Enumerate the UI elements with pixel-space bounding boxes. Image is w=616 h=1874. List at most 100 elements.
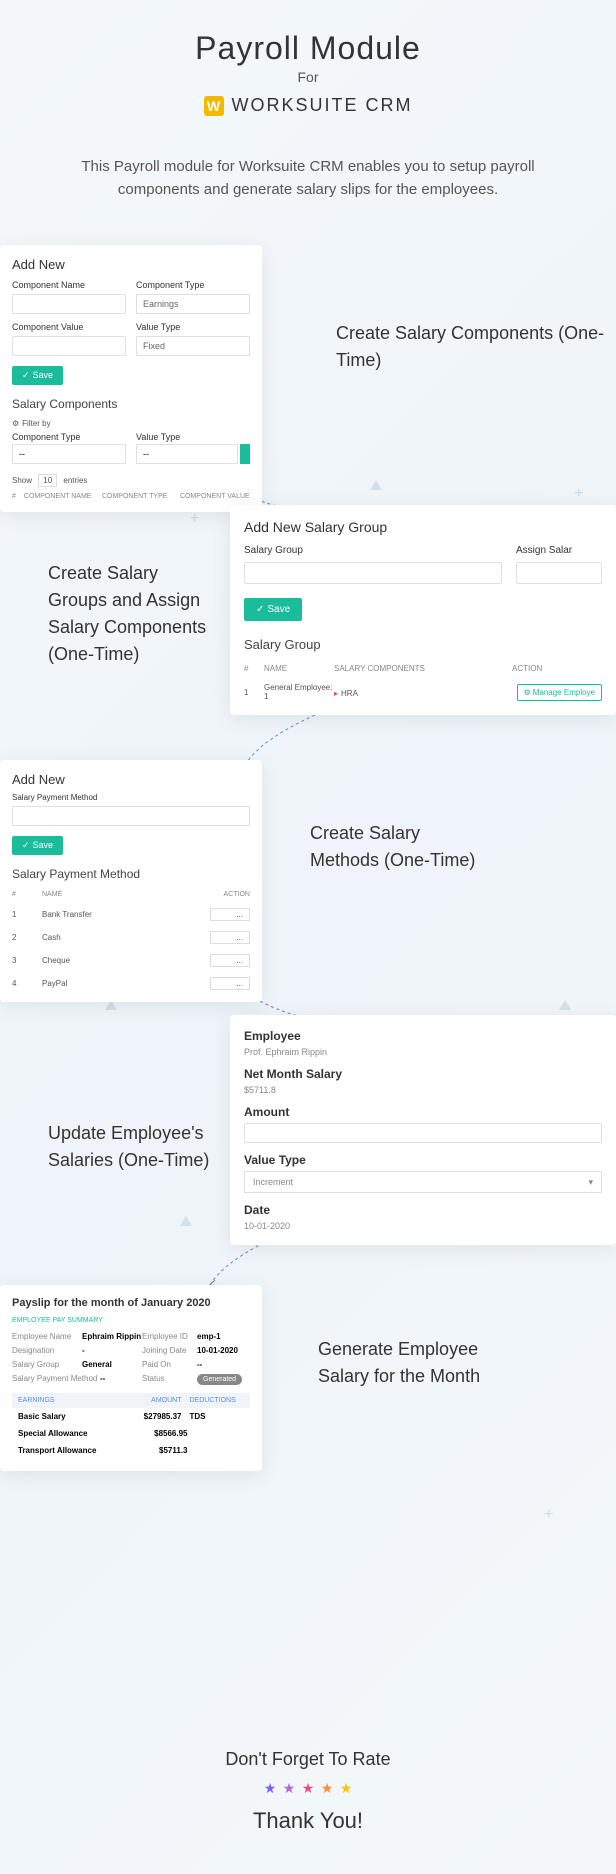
payment-method-input[interactable]	[12, 806, 250, 826]
save-method-button[interactable]: ✓Save	[12, 836, 63, 855]
component-value-input[interactable]	[12, 336, 126, 356]
row-comp: HRA	[341, 689, 358, 698]
group-label: Salary Group	[12, 1360, 82, 1369]
salary-components-title: Salary Components	[12, 397, 250, 411]
logo-text: WORKSUITE CRM	[232, 95, 413, 116]
pay-summary-label: EMPLOYEE PAY SUMMARY	[12, 1317, 250, 1324]
salary-group-label: Salary Group	[244, 545, 502, 556]
salary-group-input[interactable]	[244, 562, 502, 584]
th-action: ACTION	[512, 664, 602, 673]
desig-label: Designation	[12, 1346, 82, 1355]
save-group-button[interactable]: ✓Save	[244, 598, 302, 621]
filter-value-type-label: Value Type	[136, 432, 250, 442]
show-label: Show	[12, 476, 32, 485]
desig-value: -	[82, 1346, 142, 1355]
show-count-select[interactable]: 10	[38, 474, 57, 487]
th-num: #	[12, 891, 42, 898]
basic-value: $27985.37	[127, 1412, 182, 1421]
net-salary-value: $5711.8	[244, 1085, 602, 1095]
amount-input[interactable]	[244, 1123, 602, 1143]
save-button[interactable]: ✓Save	[12, 366, 63, 385]
paid-value: --	[197, 1360, 202, 1369]
row-name: Cheque	[42, 956, 210, 965]
table-row: 2Cash...	[12, 931, 250, 944]
basic-label: Basic Salary	[18, 1412, 127, 1421]
transport-label: Transport Allowance	[18, 1446, 131, 1455]
amount-label: Amount	[244, 1105, 602, 1119]
manage-employee-button[interactable]: ⚙Manage Employe	[517, 684, 602, 701]
status-badge: Generated	[197, 1374, 242, 1385]
rating-stars: ★ ★ ★ ★ ★	[0, 1780, 616, 1798]
th-name: NAME	[42, 891, 210, 898]
caption-generate-salary: Generate Employee Salary for the Month	[318, 1336, 518, 1390]
payment-method-label: Salary Payment Method	[12, 793, 250, 802]
component-name-input[interactable]	[12, 294, 126, 314]
row-name: PayPal	[42, 979, 210, 988]
worksuite-icon: W	[204, 96, 224, 116]
value-type-select[interactable]: Fixed	[136, 336, 250, 356]
special-label: Special Allowance	[18, 1429, 131, 1438]
component-type-select[interactable]: Earnings	[136, 294, 250, 314]
logo: W WORKSUITE CRM	[20, 95, 596, 116]
paid-label: Paid On	[142, 1360, 197, 1369]
emp-id-value: emp-1	[197, 1332, 221, 1341]
row-action-button[interactable]: ...	[210, 977, 250, 990]
employee-label: Employee	[244, 1029, 602, 1043]
date-label: Date	[244, 1203, 602, 1217]
row-name: General Employee: 1	[264, 683, 334, 701]
amount-header: AMOUNT	[127, 1397, 182, 1404]
table-row: 4PayPal...	[12, 977, 250, 990]
assign-salary-input[interactable]	[516, 562, 602, 584]
employee-value: Prof. Ephraim Rippin	[244, 1047, 602, 1057]
component-name-label: Component Name	[12, 280, 126, 290]
join-label: Joining Date	[142, 1346, 197, 1355]
subtitle: For	[20, 69, 596, 85]
row-name: Cash	[42, 933, 210, 942]
th-component-name: COMPONENT NAME	[24, 493, 94, 500]
th-action: ACTION	[210, 891, 250, 898]
star-icon: ★	[321, 1780, 334, 1796]
row-action-button[interactable]: ...	[210, 931, 250, 944]
payment-method-section: Salary Payment Method	[12, 867, 250, 881]
filter-component-type-label: Component Type	[12, 432, 126, 442]
join-value: 10-01-2020	[197, 1346, 238, 1355]
add-new-method-title: Add New	[12, 772, 250, 787]
caption-update-salaries: Update Employee's Salaries (One-Time)	[48, 1120, 228, 1174]
description: This Payroll module for Worksuite CRM en…	[0, 126, 616, 231]
caption-salary-groups: Create Salary Groups and Assign Salary C…	[48, 560, 218, 668]
salary-group-section: Salary Group	[244, 637, 602, 652]
filter-value-type-select[interactable]: --	[136, 444, 238, 464]
page-title: Payroll Module	[20, 30, 596, 67]
row-num: 1	[12, 910, 42, 919]
filter-component-type-select[interactable]: --	[12, 444, 126, 464]
entries-label: entries	[63, 476, 87, 485]
row-action-button[interactable]: ...	[210, 954, 250, 967]
transport-value: $5711.3	[131, 1446, 188, 1455]
rate-text: Don't Forget To Rate	[0, 1749, 616, 1770]
group-value: General	[82, 1360, 142, 1369]
value-type-label: Value Type	[136, 322, 250, 332]
table-row: 1Bank Transfer...	[12, 908, 250, 921]
star-icon: ★	[340, 1780, 353, 1796]
value-type-select[interactable]: Increment▾	[244, 1171, 602, 1193]
row-action-button[interactable]: ...	[210, 908, 250, 921]
value-type-label: Value Type	[244, 1153, 602, 1167]
th-component-value: COMPONENT VALUE	[180, 493, 250, 500]
deductions-header: DEDUCTIONS	[182, 1397, 245, 1404]
table-row: 3Cheque...	[12, 954, 250, 967]
filter-apply-button[interactable]	[240, 444, 250, 464]
th-name: NAME	[264, 664, 334, 673]
thank-you-text: Thank You!	[0, 1808, 616, 1834]
earnings-header: EARNINGS	[18, 1397, 127, 1404]
add-new-title: Add New	[12, 257, 250, 272]
emp-id-label: Employee ID	[142, 1332, 197, 1341]
th-component-type: COMPONENT TYPE	[102, 493, 172, 500]
special-value: $8566.95	[131, 1429, 188, 1438]
method-value: --	[100, 1374, 142, 1383]
th-num: #	[244, 664, 264, 673]
star-icon: ★	[302, 1780, 315, 1796]
filter-by-label: Filter by	[22, 419, 50, 428]
add-group-title: Add New Salary Group	[244, 519, 602, 535]
tds-label: TDS	[182, 1412, 245, 1421]
caption-salary-methods: Create Salary Methods (One-Time)	[310, 820, 480, 874]
